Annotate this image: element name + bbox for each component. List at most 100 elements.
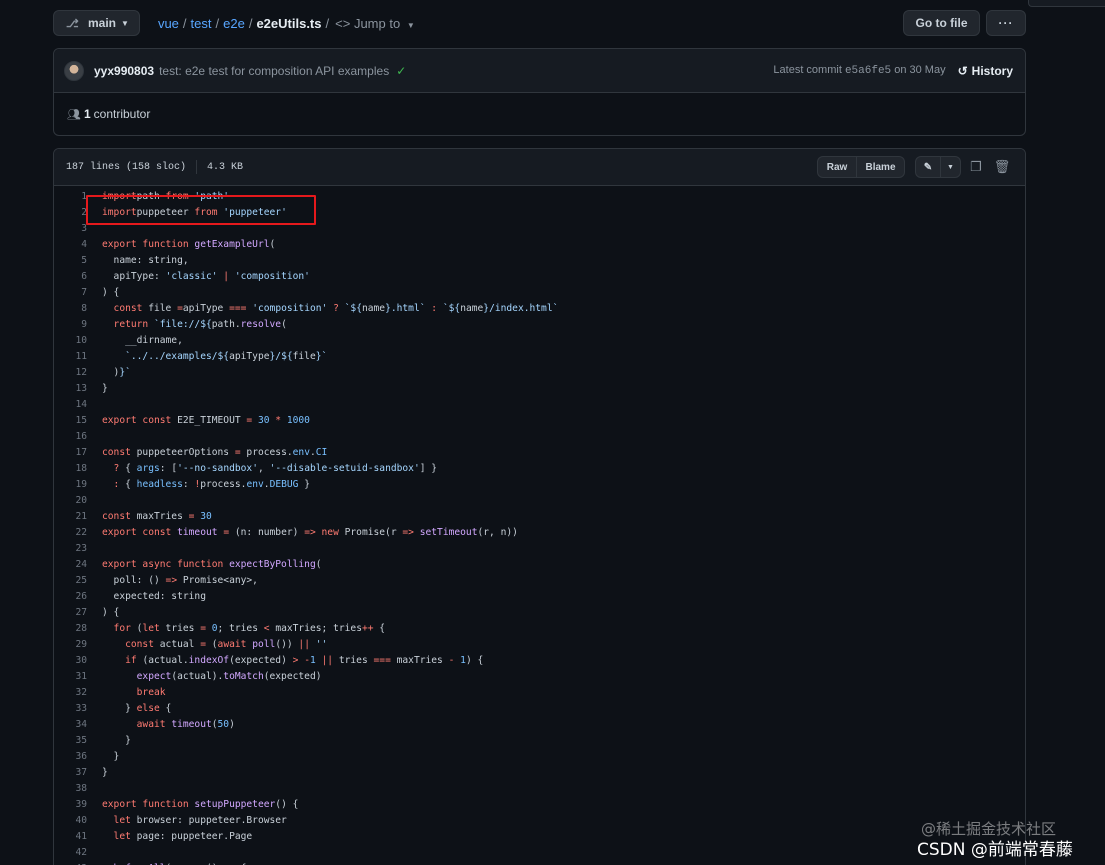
line-number[interactable]: 7 xyxy=(54,285,87,301)
line-number[interactable]: 2 xyxy=(54,205,87,221)
code-token: : [ xyxy=(159,463,178,474)
avatar[interactable] xyxy=(64,60,84,81)
raw-button[interactable]: Raw xyxy=(817,156,857,178)
code-token: expected: string xyxy=(102,591,206,602)
code-line: 27) { xyxy=(54,605,1025,621)
code-token: DEBUG xyxy=(269,479,299,490)
line-number[interactable]: 27 xyxy=(54,605,87,621)
line-number[interactable]: 20 xyxy=(54,493,87,509)
line-number[interactable]: 9 xyxy=(54,317,87,333)
line-number[interactable]: 40 xyxy=(54,813,87,829)
history-button[interactable]: ↺ History xyxy=(958,64,1013,78)
line-number[interactable]: 32 xyxy=(54,685,87,701)
line-number[interactable]: 25 xyxy=(54,573,87,589)
code-token: name: string, xyxy=(102,255,189,266)
blame-button[interactable]: Blame xyxy=(857,156,905,178)
code-line: 29 const actual = (await poll()) || '' xyxy=(54,637,1025,653)
code-token: const xyxy=(102,511,137,522)
code-token: `file://${ xyxy=(153,319,212,330)
line-number[interactable]: 12 xyxy=(54,365,87,381)
pencil-icon[interactable]: ✎ xyxy=(915,156,941,178)
code-line: 22 export const timeout = (n: number) => … xyxy=(54,525,1025,541)
code-line: 15 export const E2E_TIMEOUT = 30 * 1000 xyxy=(54,413,1025,429)
line-number[interactable]: 35 xyxy=(54,733,87,749)
file-header: 187 lines (158 sloc) 4.3 KB Raw Blame ✎ … xyxy=(54,149,1025,186)
code-text: await timeout(50) xyxy=(87,717,235,733)
code-token: 'classic' xyxy=(165,271,218,282)
line-number[interactable]: 13 xyxy=(54,381,87,397)
check-icon[interactable]: ✓ xyxy=(396,64,406,78)
jump-to-button[interactable]: <> Jump to ▼ xyxy=(335,16,415,31)
line-number[interactable]: 22 xyxy=(54,525,87,541)
code-token: await xyxy=(217,639,253,650)
code-text: export const E2E_TIMEOUT = 30 * 1000 xyxy=(87,413,310,429)
line-number[interactable]: 19 xyxy=(54,477,87,493)
contributor-label[interactable]: contributor xyxy=(94,107,151,121)
commit-author[interactable]: yyx990803 xyxy=(94,64,154,78)
chevron-down-icon: ▼ xyxy=(406,20,415,30)
line-number[interactable]: 4 xyxy=(54,237,87,253)
code-token: * xyxy=(269,415,287,426)
code-token: `${ xyxy=(344,303,362,314)
line-number[interactable]: 21 xyxy=(54,509,87,525)
line-number[interactable]: 1 xyxy=(54,189,87,205)
code-token: maxTries xyxy=(396,655,449,666)
line-number[interactable]: 15 xyxy=(54,413,87,429)
contributor-count[interactable]: 1 xyxy=(84,107,91,121)
commit-date: on 30 May xyxy=(894,64,946,76)
code-token: - xyxy=(448,655,461,666)
go-to-file-button[interactable]: Go to file xyxy=(903,10,980,36)
line-number[interactable]: 31 xyxy=(54,669,87,685)
line-number[interactable]: 8 xyxy=(54,301,87,317)
more-options-button[interactable]: ··· xyxy=(986,10,1026,36)
code-line: 16 xyxy=(54,429,1025,445)
line-number[interactable]: 16 xyxy=(54,429,87,445)
top-right-panel-edge xyxy=(1028,0,1105,7)
code-token: ( xyxy=(315,559,322,570)
line-number[interactable]: 5 xyxy=(54,253,87,269)
line-number[interactable]: 10 xyxy=(54,333,87,349)
breadcrumb-link-e2e[interactable]: e2e xyxy=(223,16,245,31)
code-text: )}` xyxy=(87,365,131,381)
line-number[interactable]: 34 xyxy=(54,717,87,733)
line-number[interactable]: 3 xyxy=(54,221,87,237)
line-number[interactable]: 18 xyxy=(54,461,87,477)
line-number[interactable]: 33 xyxy=(54,701,87,717)
line-number[interactable]: 39 xyxy=(54,797,87,813)
file-size: 4.3 KB xyxy=(207,161,244,173)
code-line: 41 let page: puppeteer.Page xyxy=(54,829,1025,845)
copy-icon[interactable]: ❐ xyxy=(965,159,987,175)
line-number[interactable]: 42 xyxy=(54,845,87,861)
line-number[interactable]: 38 xyxy=(54,781,87,797)
trash-icon[interactable]: 🗑︎ xyxy=(991,159,1013,175)
commit-message[interactable]: test: e2e test for composition API examp… xyxy=(159,64,389,78)
code-token: : xyxy=(182,479,195,490)
breadcrumb-link-test[interactable]: test xyxy=(191,16,212,31)
line-number[interactable]: 26 xyxy=(54,589,87,605)
code-token: apiType xyxy=(229,351,270,362)
chevron-down-icon[interactable]: ▼ xyxy=(941,156,961,178)
line-number[interactable]: 37 xyxy=(54,765,87,781)
branch-selector-button[interactable]: ⎇ main ▼ xyxy=(53,10,140,36)
line-number[interactable]: 36 xyxy=(54,749,87,765)
line-number[interactable]: 28 xyxy=(54,621,87,637)
line-number[interactable]: 6 xyxy=(54,269,87,285)
commit-sha[interactable]: e5a6fe5 xyxy=(845,65,891,77)
line-number[interactable]: 11 xyxy=(54,349,87,365)
code-token: CI xyxy=(315,447,328,458)
breadcrumb-link-vue[interactable]: vue xyxy=(158,16,179,31)
line-number[interactable]: 24 xyxy=(54,557,87,573)
line-number[interactable]: 30 xyxy=(54,653,87,669)
line-number[interactable]: 29 xyxy=(54,637,87,653)
line-number[interactable]: 23 xyxy=(54,541,87,557)
code-line: 1 importpath from 'path' xyxy=(54,189,1025,205)
line-number[interactable]: 14 xyxy=(54,397,87,413)
people-icon: 👥︎ xyxy=(67,108,81,121)
line-number[interactable]: 43 xyxy=(54,861,87,865)
line-number[interactable]: 17 xyxy=(54,445,87,461)
watermark-csdn: CSDN @前端常春藤 xyxy=(917,840,1073,860)
line-number[interactable]: 41 xyxy=(54,829,87,845)
code-token: } xyxy=(102,703,137,714)
